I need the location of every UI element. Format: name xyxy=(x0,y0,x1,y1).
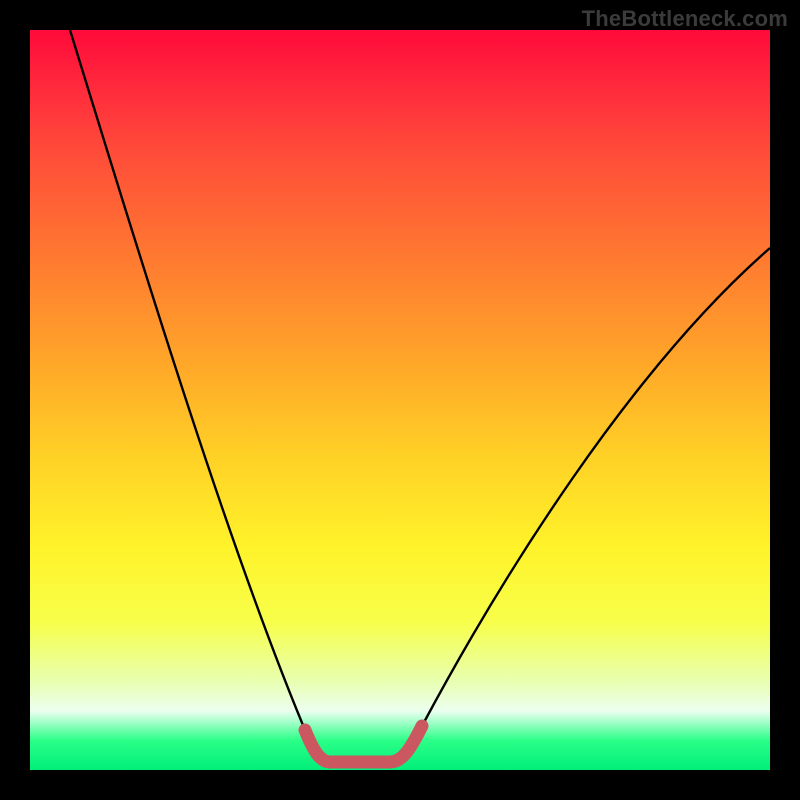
chart-frame: TheBottleneck.com xyxy=(0,0,800,800)
curve-layer xyxy=(30,30,770,770)
watermark-text: TheBottleneck.com xyxy=(582,6,788,32)
gradient-plot-area xyxy=(30,30,770,770)
valley-highlight-segment xyxy=(305,726,422,762)
bottleneck-curve xyxy=(70,30,770,762)
